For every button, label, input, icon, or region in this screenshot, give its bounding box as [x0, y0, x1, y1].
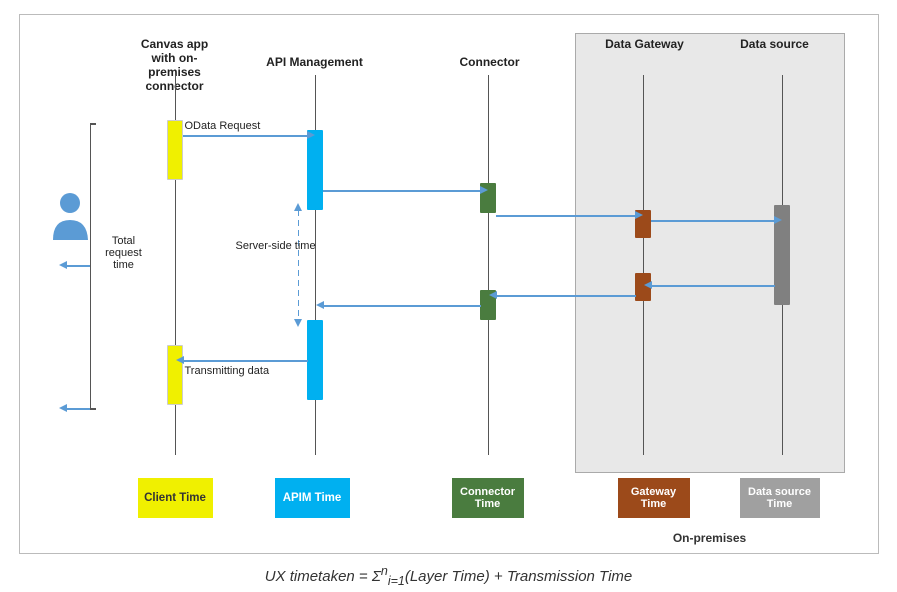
arrow-connector-apim-return: [323, 305, 481, 307]
v-arrow-apim-up: [298, 210, 300, 320]
apim-box-top: [307, 130, 323, 210]
connector-time-box: ConnectorTime: [452, 478, 524, 518]
apim-box-bottom: [307, 320, 323, 400]
person-icon: [48, 190, 93, 255]
lifeline-gateway: [643, 75, 645, 455]
client-time-box: Client Time: [138, 478, 213, 518]
gateway-time-label: GatewayTime: [631, 486, 676, 510]
gateway-time-box: GatewayTime: [618, 478, 690, 518]
label-server-side: Server-side time: [236, 240, 316, 252]
formula-text: UX timetaken = Σni=1(Layer Time) + Trans…: [265, 564, 633, 588]
lifeline-connector: [488, 75, 490, 455]
apim-time-label: APIM Time: [283, 492, 342, 504]
connector-time-label: ConnectorTime: [460, 486, 515, 510]
brace-bot-h: [90, 408, 96, 410]
col-data-source: Data source: [730, 37, 820, 51]
arrow-connector-gateway: [496, 215, 636, 217]
datasource-time-box: Data sourceTime: [740, 478, 820, 518]
on-premises-label: On-premises: [575, 531, 845, 545]
arrow-total-top: [66, 265, 90, 267]
label-odata-request: OData Request: [185, 120, 261, 132]
arrow-transmit: [183, 360, 308, 362]
brace-vert: [90, 123, 92, 408]
col-api-mgmt: API Management: [265, 55, 365, 69]
col-data-gateway: Data Gateway: [600, 37, 690, 51]
diagram-container: Canvas app with on-premises connector AP…: [19, 14, 879, 554]
col-connector: Connector: [450, 55, 530, 69]
apim-time-box: APIM Time: [275, 478, 350, 518]
label-total-request: Total request time: [94, 235, 154, 271]
arrow-gateway-connector-return: [496, 295, 636, 297]
arrow-apim-connector: [323, 190, 481, 192]
on-premises-box: [575, 33, 845, 473]
label-transmitting: Transmitting data: [185, 365, 270, 377]
formula-content: UX timetaken = Σni=1(Layer Time) + Trans…: [265, 568, 633, 585]
arrow-total-bot: [66, 408, 90, 410]
canvas-box-bottom: [167, 345, 183, 405]
arrow-gateway-datasource: [651, 220, 775, 222]
datasource-time-label: Data sourceTime: [748, 486, 811, 510]
arrow-datasource-gateway-return: [651, 285, 775, 287]
canvas-box-top: [167, 120, 183, 180]
client-time-label: Client Time: [144, 492, 206, 504]
arrow-odata-request: [183, 135, 308, 137]
